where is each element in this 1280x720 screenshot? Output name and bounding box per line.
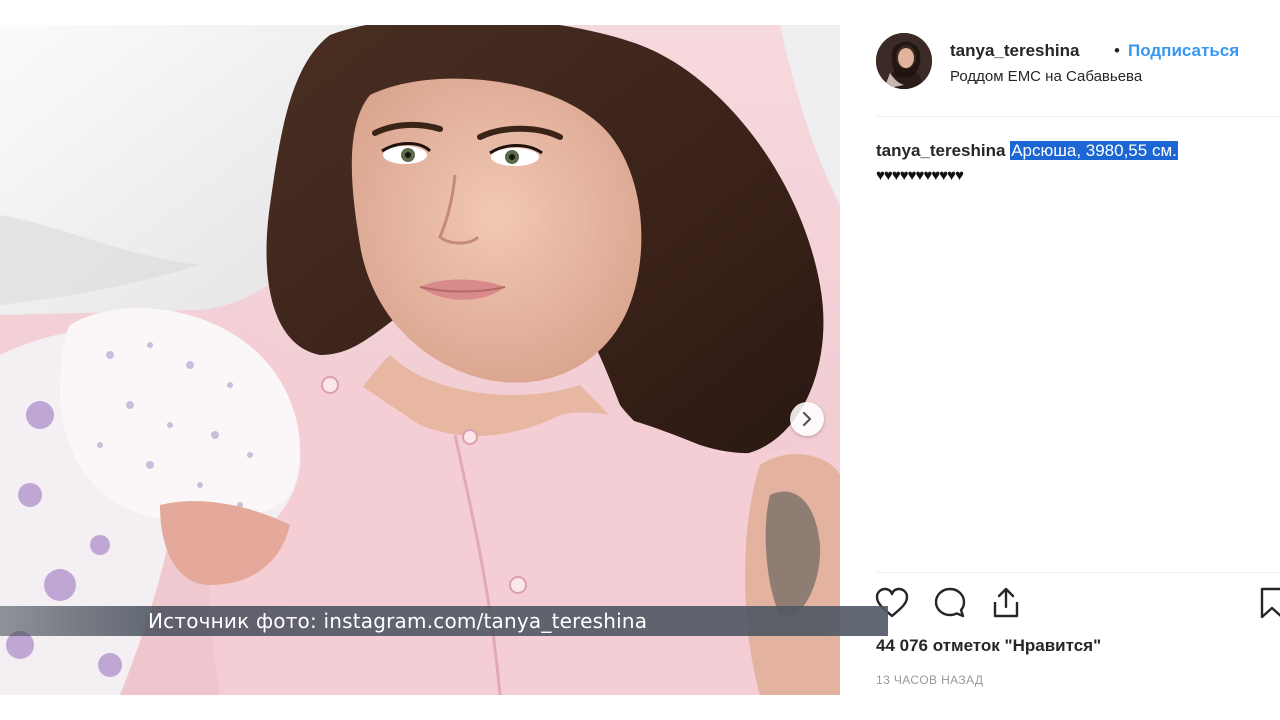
avatar[interactable] <box>876 33 932 89</box>
follow-button[interactable]: Подписаться <box>1128 41 1239 61</box>
comment-icon <box>934 587 966 618</box>
post-location[interactable]: Роддом ЕМС на Сабавьева <box>950 68 1142 85</box>
post-username[interactable]: tanya_tereshina <box>950 41 1079 61</box>
header-separator: • <box>1114 41 1120 60</box>
caption-text: Арсюша, 3980,55 см. <box>1010 141 1178 160</box>
share-button[interactable] <box>988 585 1024 621</box>
header-divider <box>876 116 1280 117</box>
post-sidebar: tanya_tereshina • Подписаться Роддом ЕМС… <box>858 25 1280 695</box>
avatar-image <box>876 33 932 89</box>
save-button[interactable] <box>1254 585 1280 621</box>
post-photo[interactable] <box>0 25 840 695</box>
screen: tanya_tereshina • Подписаться Роддом ЕМС… <box>0 0 1280 720</box>
post-header: tanya_tereshina • Подписаться Роддом ЕМС… <box>876 33 1280 91</box>
carousel-next-button[interactable] <box>790 402 824 436</box>
post-caption: tanya_tereshina Арсюша, 3980,55 см. <box>876 139 1280 163</box>
caption-hearts: ♥♥♥♥♥♥♥♥♥♥♥ <box>876 167 964 184</box>
bookmark-icon <box>1260 587 1280 619</box>
photo-source-text: Источник фото: instagram.com/tanya_teres… <box>148 609 648 633</box>
caption-username[interactable]: tanya_tereshina <box>876 141 1005 160</box>
photo-source-banner: Источник фото: instagram.com/tanya_teres… <box>0 606 888 636</box>
share-icon <box>993 587 1019 618</box>
post-timestamp[interactable]: 13 ЧАСОВ НАЗАД <box>876 673 983 687</box>
likes-count[interactable]: 44 076 отметок "Нравится" <box>876 636 1101 656</box>
comment-button[interactable] <box>932 585 968 621</box>
selfie-image <box>0 25 840 695</box>
chevron-right-icon <box>802 412 812 426</box>
actions-divider <box>876 572 1280 573</box>
action-bar <box>875 585 1280 625</box>
